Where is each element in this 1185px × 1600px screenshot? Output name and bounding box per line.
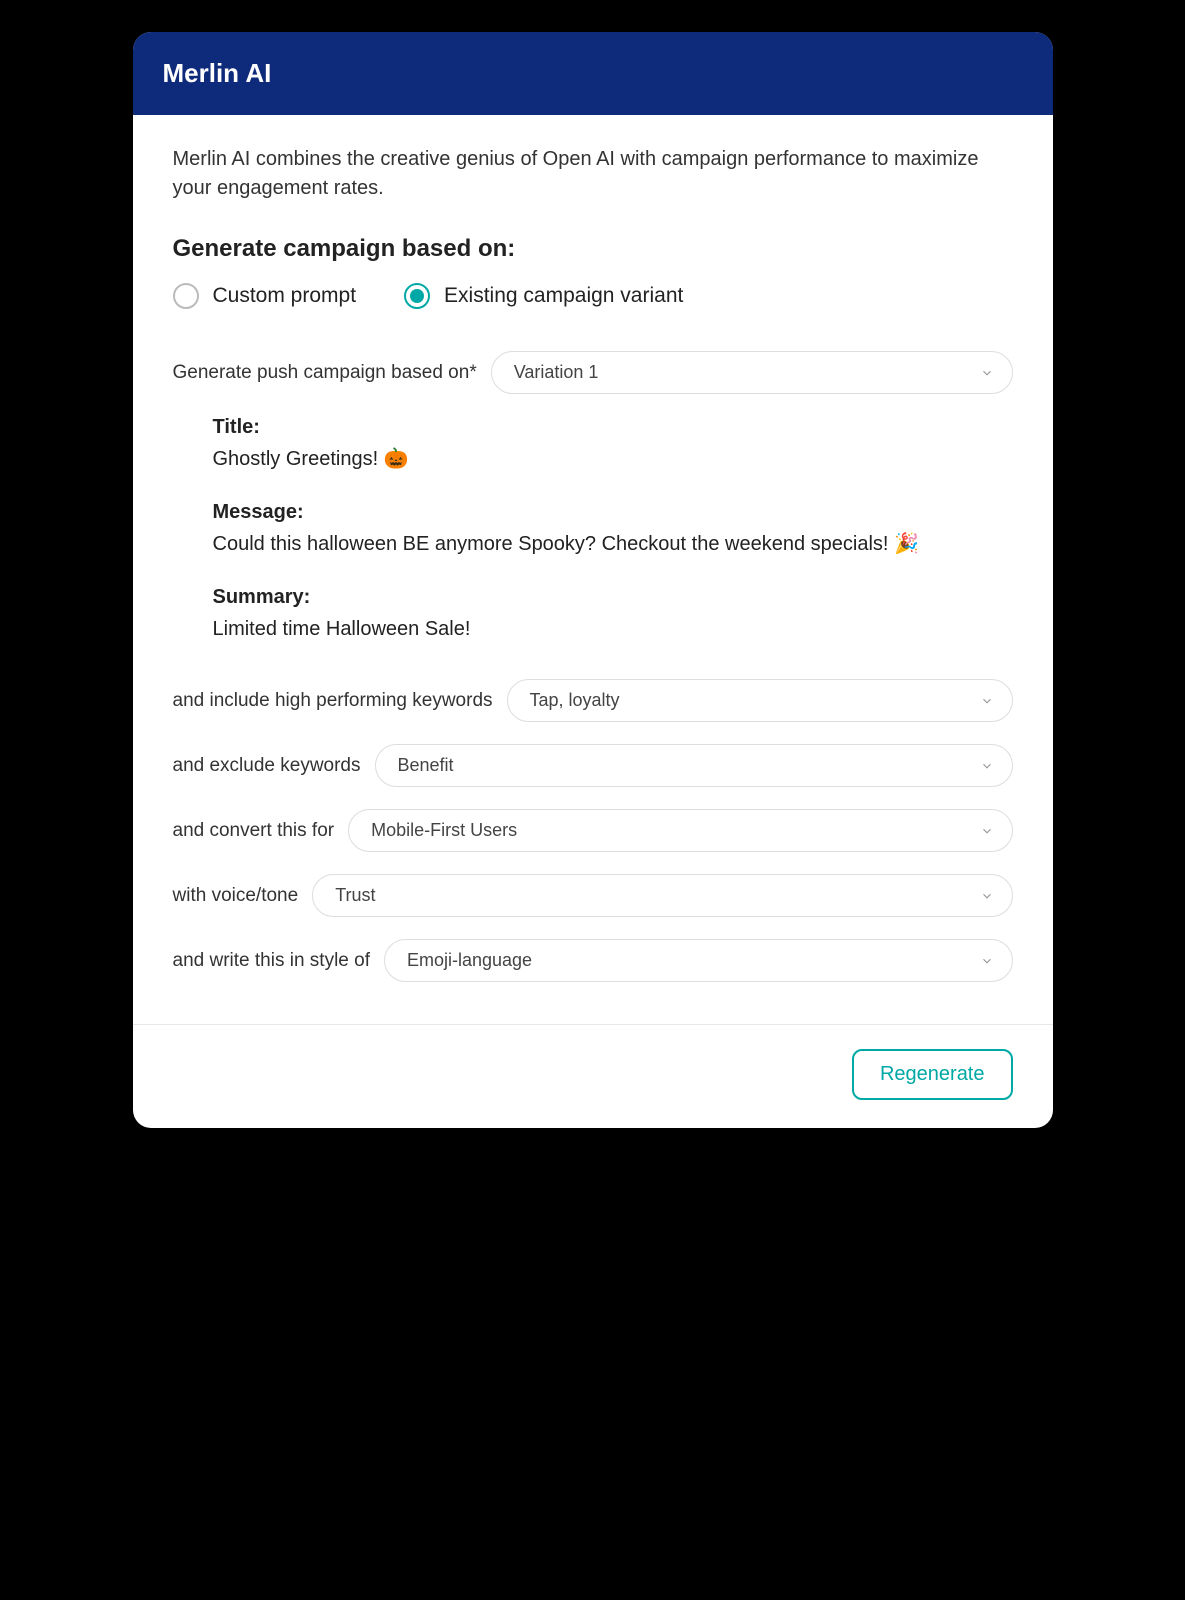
preview-message-label: Message: xyxy=(213,501,1013,524)
exclude-keywords-select[interactable]: Benefit xyxy=(375,744,1013,787)
based-on-label: Generate push campaign based on* xyxy=(173,362,477,384)
generation-mode-radios: Custom prompt Existing campaign variant xyxy=(173,283,1013,309)
section-title: Generate campaign based on: xyxy=(173,235,1013,263)
chevron-down-icon xyxy=(980,759,994,773)
panel-footer: Regenerate xyxy=(133,1024,1053,1128)
chevron-down-icon xyxy=(980,366,994,380)
preview-summary-value: Limited time Halloween Sale! xyxy=(213,615,1013,643)
select-value: Variation 1 xyxy=(514,362,599,382)
select-value: Emoji-language xyxy=(407,950,532,970)
include-keywords-select[interactable]: Tap, loyalty xyxy=(507,679,1013,722)
chevron-down-icon xyxy=(980,694,994,708)
based-on-select[interactable]: Variation 1 xyxy=(491,351,1013,394)
tone-row: with voice/tone Trust xyxy=(173,874,1013,917)
preview-summary-label: Summary: xyxy=(213,586,1013,609)
convert-for-label: and convert this for xyxy=(173,820,335,842)
select-value: Benefit xyxy=(398,755,454,775)
convert-for-select[interactable]: Mobile-First Users xyxy=(348,809,1012,852)
radio-icon xyxy=(173,283,199,309)
tone-select[interactable]: Trust xyxy=(312,874,1012,917)
regenerate-button[interactable]: Regenerate xyxy=(852,1049,1013,1100)
preview-title-block: Title: Ghostly Greetings! 🎃 xyxy=(213,416,1013,473)
panel-title: Merlin AI xyxy=(163,58,272,88)
include-keywords-label: and include high performing keywords xyxy=(173,690,493,712)
preview-message-value: Could this halloween BE anymore Spooky? … xyxy=(213,530,1013,558)
variant-preview: Title: Ghostly Greetings! 🎃 Message: Cou… xyxy=(173,416,1013,643)
radio-existing-variant[interactable]: Existing campaign variant xyxy=(404,283,683,309)
based-on-row: Generate push campaign based on* Variati… xyxy=(173,351,1013,394)
radio-label: Existing campaign variant xyxy=(444,284,683,308)
exclude-keywords-label: and exclude keywords xyxy=(173,755,361,777)
preview-title-label: Title: xyxy=(213,416,1013,439)
exclude-keywords-row: and exclude keywords Benefit xyxy=(173,744,1013,787)
panel-content: Merlin AI combines the creative genius o… xyxy=(133,115,1053,1024)
preview-title-value: Ghostly Greetings! 🎃 xyxy=(213,445,1013,473)
radio-custom-prompt[interactable]: Custom prompt xyxy=(173,283,357,309)
chevron-down-icon xyxy=(980,889,994,903)
merlin-ai-panel: Merlin AI Merlin AI combines the creativ… xyxy=(133,32,1053,1128)
tone-label: with voice/tone xyxy=(173,885,299,907)
convert-for-row: and convert this for Mobile-First Users xyxy=(173,809,1013,852)
preview-message-block: Message: Could this halloween BE anymore… xyxy=(213,501,1013,558)
include-keywords-row: and include high performing keywords Tap… xyxy=(173,679,1013,722)
style-label: and write this in style of xyxy=(173,950,370,972)
style-select[interactable]: Emoji-language xyxy=(384,939,1013,982)
chevron-down-icon xyxy=(980,954,994,968)
radio-icon-selected xyxy=(404,283,430,309)
select-value: Tap, loyalty xyxy=(530,690,620,710)
select-value: Trust xyxy=(335,885,375,905)
intro-text: Merlin AI combines the creative genius o… xyxy=(173,145,1013,203)
style-row: and write this in style of Emoji-languag… xyxy=(173,939,1013,982)
radio-label: Custom prompt xyxy=(213,284,357,308)
preview-summary-block: Summary: Limited time Halloween Sale! xyxy=(213,586,1013,643)
select-value: Mobile-First Users xyxy=(371,820,517,840)
chevron-down-icon xyxy=(980,824,994,838)
panel-header: Merlin AI xyxy=(133,32,1053,115)
